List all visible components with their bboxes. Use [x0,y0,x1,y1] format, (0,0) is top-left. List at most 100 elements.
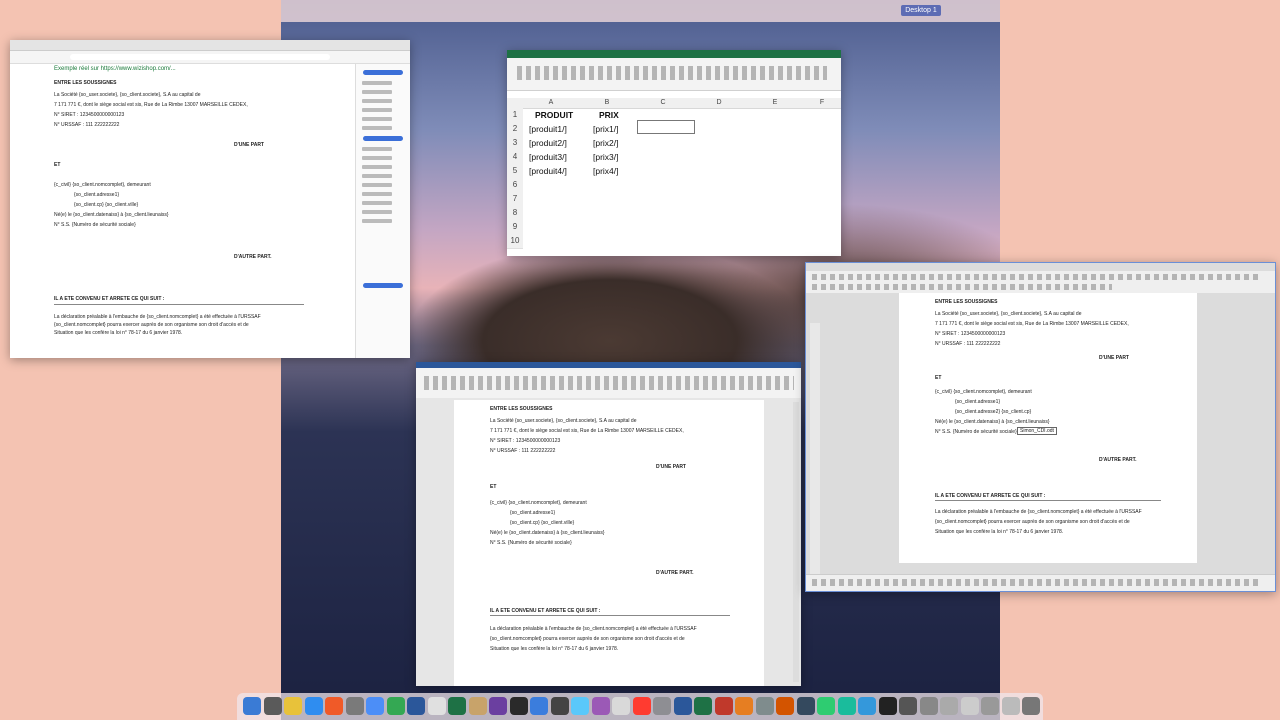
column-header[interactable]: E [747,98,804,109]
dock-app-icon[interactable] [345,697,364,715]
dock-app-icon[interactable] [1001,697,1020,715]
dock-app-icon[interactable] [325,697,343,715]
dock-app-icon[interactable] [919,697,938,715]
word-window[interactable]: ENTRE LES SOUSSIGNES La Société {so_user… [416,362,801,686]
excel-titlebar[interactable] [507,50,841,58]
sidebar-item[interactable] [362,99,392,103]
excel-ribbon[interactable] [507,58,841,91]
dock-app-icon[interactable] [509,697,528,715]
dock-app-icon[interactable] [632,697,651,715]
ribbon-tools[interactable] [424,376,794,390]
dock-app-icon[interactable] [366,697,384,715]
doc-header-link[interactable]: Exemple réel sur https://www.wizishop.co… [54,66,176,72]
cell-prix[interactable]: [prix4/] [593,164,619,178]
dock-app-icon[interactable] [653,697,671,715]
dock-app-icon[interactable] [243,697,261,715]
dock-app-icon[interactable] [489,697,507,715]
dock-app-icon[interactable] [960,697,979,715]
sidebar-item[interactable] [362,210,392,214]
sidebar-item[interactable] [362,183,392,187]
dock-app-icon[interactable] [448,697,466,715]
row-header[interactable]: 3 [507,136,523,151]
dock-app-icon[interactable] [673,697,692,715]
cell-produit-header[interactable]: PRODUIT [535,108,573,122]
sidebar-item[interactable] [362,192,392,196]
cell-produit[interactable]: [produit3/] [529,150,567,164]
url-field[interactable] [70,54,330,60]
dock-app-icon[interactable] [858,697,876,715]
statusbar-tools[interactable] [812,579,1262,586]
column-header[interactable]: C [635,98,692,109]
toolbar-row-2[interactable] [812,284,1112,290]
row-header[interactable]: 9 [507,220,523,235]
sidebar-item[interactable] [362,219,392,223]
vertical-scrollbar[interactable] [793,402,799,682]
dock-app-icon[interactable] [878,697,897,715]
row-header[interactable]: 5 [507,164,523,179]
cell-prix[interactable]: [prix1/] [593,122,619,136]
dock-app-icon[interactable] [755,697,774,715]
row-header[interactable]: 1 [507,108,523,123]
column-header[interactable]: F [803,98,841,109]
row-header[interactable]: 6 [507,178,523,193]
sidebar-primary-button[interactable] [363,70,403,75]
dock-app-icon[interactable] [940,697,958,715]
browser-window[interactable]: Exemple réel sur https://www.wizishop.co… [10,40,410,358]
sidebar-item[interactable] [362,165,392,169]
libreoffice-titlebar[interactable] [806,263,1275,271]
row-header[interactable]: 8 [507,206,523,221]
dock-app-icon[interactable] [571,697,589,715]
sidebar-item[interactable] [362,126,392,130]
dock-app-icon[interactable] [1022,697,1040,715]
cell-produit[interactable]: [produit4/] [529,164,567,178]
sidebar-bottom-button[interactable] [363,283,403,288]
dock-app-icon[interactable] [694,697,712,715]
dock-app-icon[interactable] [735,697,753,715]
dock-app-icon[interactable] [591,697,610,715]
dock-app-icon[interactable] [981,697,999,715]
pdf-tools-sidebar[interactable] [355,64,410,358]
cell-produit[interactable]: [produit1/] [529,122,567,136]
row-header[interactable]: 2 [507,122,523,137]
dock-app-icon[interactable] [386,697,405,715]
dock-app-icon[interactable] [612,697,630,715]
dock-app-icon[interactable] [796,697,815,715]
dock-app-icon[interactable] [817,697,835,715]
sidebar-item[interactable] [362,81,392,85]
spreadsheet-grid[interactable]: A B C D E F 1 2 3 4 5 6 7 8 9 10 PRODUIT… [507,98,841,256]
excel-window[interactable]: A B C D E F 1 2 3 4 5 6 7 8 9 10 PRODUIT… [507,50,841,256]
dock-app-icon[interactable] [468,697,487,715]
dock-app-icon[interactable] [284,697,302,715]
dock-app-icon[interactable] [837,697,856,715]
selected-cell[interactable] [637,120,695,134]
sidebar-item[interactable] [362,174,392,178]
row-header[interactable]: 7 [507,192,523,207]
dock-app-icon[interactable] [776,697,794,715]
sidebar-item[interactable] [362,147,392,151]
sidebar-item[interactable] [362,201,392,205]
libreoffice-toolbar[interactable] [806,271,1275,294]
row-header[interactable]: 10 [507,234,523,249]
dock-app-icon[interactable] [263,697,282,715]
libreoffice-statusbar[interactable] [806,574,1275,591]
row-header[interactable]: 4 [507,150,523,165]
sidebar-action-button[interactable] [363,136,403,141]
cell-prix-header[interactable]: PRIX [599,108,619,122]
browser-tabs[interactable] [10,40,410,51]
toolbar-row-1[interactable] [812,274,1262,280]
column-header[interactable]: D [691,98,748,109]
dock-app-icon[interactable] [407,697,425,715]
cell-prix[interactable]: [prix3/] [593,150,619,164]
cell-prix[interactable]: [prix2/] [593,136,619,150]
dock-app-icon[interactable] [530,697,548,715]
cell-produit[interactable]: [produit2/] [529,136,567,150]
libreoffice-page[interactable]: ENTRE LES SOUSSIGNES La Société {so_user… [899,293,1197,563]
sidebar-item[interactable] [362,117,392,121]
sidebar-item[interactable] [362,108,392,112]
dock-app-icon[interactable] [304,697,323,715]
sidebar-item[interactable] [362,90,392,94]
dock-app-icon[interactable] [899,697,917,715]
dock-app-icon[interactable] [714,697,733,715]
sidebar-item[interactable] [362,156,392,160]
libreoffice-window[interactable]: ENTRE LES SOUSSIGNES La Société {so_user… [805,262,1276,592]
